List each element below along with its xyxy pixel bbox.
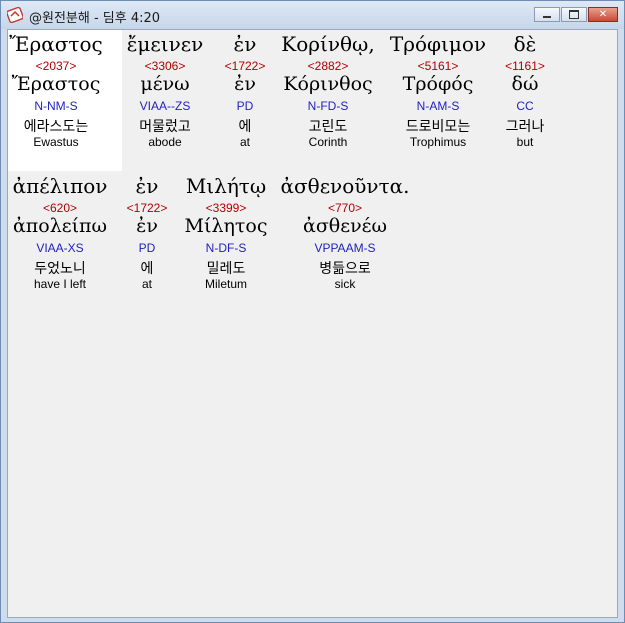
word-column[interactable]: ἐν <1722> ἐν PD 에 at [220, 30, 270, 171]
lemma: Τρόφός [402, 73, 474, 95]
app-window: @원전분해 - 딤후 4:20 ✕ Ἔραστος <2037> Ἔραστος… [0, 0, 625, 623]
morphology-code[interactable]: VIAA-XS [36, 241, 83, 255]
english-gloss: have I left [33, 277, 87, 291]
word-column[interactable]: ἀσθενοῦντα. <770> ἀσθενέω VPPAAM-S 병듦으로 … [278, 172, 412, 313]
greek-word: ἀσθενοῦντα. [280, 174, 410, 198]
close-button[interactable]: ✕ [588, 7, 618, 22]
word-column[interactable]: ἔμεινεν <3306> μένω VIAA--ZS 머물렀고 abode [112, 30, 218, 171]
strong-number[interactable]: <2037> [36, 59, 77, 73]
strong-number[interactable]: <1722> [127, 201, 168, 215]
word-column[interactable]: Μιλήτῳ <3399> Μίλητος N-DF-S 밀레도 Miletum [176, 172, 276, 313]
morphology-code[interactable]: VPPAAM-S [314, 241, 375, 255]
maximize-icon [569, 10, 579, 19]
strong-number[interactable]: <770> [328, 201, 362, 215]
english-gloss: Trophimus [409, 135, 467, 149]
greek-word: ἔμεινεν [126, 32, 204, 56]
english-gloss: Miletum [204, 277, 248, 291]
close-icon: ✕ [598, 9, 608, 20]
english-gloss: Corinth [308, 135, 348, 149]
word-column[interactable]: ἀπέλιπον <620> ἀπολείπω VIAA-XS 두었노니 hav… [8, 172, 112, 313]
korean-gloss: 에라스도는 [23, 119, 89, 135]
morphology-code[interactable]: N-DF-S [206, 241, 247, 255]
lemma: Ἔραστος [11, 73, 101, 95]
strong-number[interactable]: <3399> [206, 201, 247, 215]
korean-gloss: 두었노니 [34, 261, 86, 277]
greek-word: Ἔραστος [9, 32, 103, 56]
word-column[interactable]: Ἔραστος <2037> Ἔραστος N-NM-S 에라스도는 Ewas… [8, 30, 104, 171]
korean-gloss: 병듦으로 [319, 261, 371, 277]
word-column[interactable]: Κορίνθῳ, <2882> Κόρινθος N-FD-S 고린도 Cori… [276, 30, 380, 171]
english-gloss: abode [148, 135, 182, 149]
strong-number[interactable]: <3306> [145, 59, 186, 73]
english-gloss: sick [334, 277, 356, 291]
morphology-code[interactable]: N-FD-S [308, 99, 349, 113]
lemma: ἐν [136, 215, 158, 237]
morphology-code[interactable]: VIAA--ZS [140, 99, 191, 113]
lemma: μένω [140, 73, 190, 95]
morphology-code[interactable]: N-AM-S [417, 99, 460, 113]
english-gloss: at [239, 135, 251, 149]
korean-gloss: 그러나 [505, 119, 545, 135]
window-controls: ✕ [533, 7, 618, 24]
korean-gloss: 고린도 [308, 119, 348, 135]
lemma: Μίλητος [184, 215, 268, 237]
greek-word: ἀπέλιπον [12, 174, 108, 198]
korean-gloss: 머물렀고 [139, 119, 191, 135]
english-gloss: Ewastus [33, 135, 79, 149]
morphology-code[interactable]: N-NM-S [34, 99, 77, 113]
maximize-button[interactable] [561, 7, 587, 22]
korean-gloss: 에 [140, 261, 154, 277]
strong-number[interactable]: <2882> [308, 59, 349, 73]
window-title: @원전분해 - 딤후 4:20 [29, 11, 161, 26]
greek-word: Μιλήτῳ [185, 174, 267, 198]
korean-gloss: 드로비모는 [405, 119, 471, 135]
morphology-code[interactable]: PD [139, 241, 156, 255]
korean-gloss: 에 [238, 119, 252, 135]
strong-number[interactable]: <1161> [505, 59, 545, 73]
greek-word: ἐν [233, 32, 257, 56]
greek-word: ἐν [135, 174, 159, 198]
word-column[interactable]: ἐν <1722> ἐν PD 에 at [120, 172, 174, 313]
lemma: Κόρινθος [283, 73, 373, 95]
greek-word: δὲ [513, 32, 537, 56]
morphology-code[interactable]: PD [237, 99, 254, 113]
english-gloss: at [141, 277, 153, 291]
korean-gloss: 밀레도 [206, 261, 246, 277]
lemma: ἀπολείπω [12, 215, 108, 237]
greek-word: Τρόφιμον [389, 32, 487, 56]
bible-app-icon[interactable] [7, 7, 23, 23]
greek-word: Κορίνθῳ, [281, 32, 375, 56]
word-column[interactable]: δὲ <1161> δώ CC 그러나 but [496, 30, 554, 171]
morphology-code[interactable]: CC [516, 99, 533, 113]
minimize-button[interactable] [534, 7, 560, 22]
english-gloss: but [516, 135, 534, 149]
lemma: ἀσθενέω [303, 215, 387, 237]
strong-number[interactable]: <5161> [418, 59, 459, 73]
interlinear-view[interactable]: Ἔραστος <2037> Ἔραστος N-NM-S 에라스도는 Ewas… [7, 29, 618, 618]
word-column[interactable]: Τρόφιμον <5161> Τρόφός N-AM-S 드로비모는 Trop… [383, 30, 493, 171]
title-bar[interactable]: @원전분해 - 딤후 4:20 ✕ [1, 1, 624, 29]
lemma: ἐν [234, 73, 256, 95]
strong-number[interactable]: <620> [43, 201, 77, 215]
minimize-icon [543, 16, 551, 18]
lemma: δώ [511, 73, 539, 95]
strong-number[interactable]: <1722> [225, 59, 266, 73]
